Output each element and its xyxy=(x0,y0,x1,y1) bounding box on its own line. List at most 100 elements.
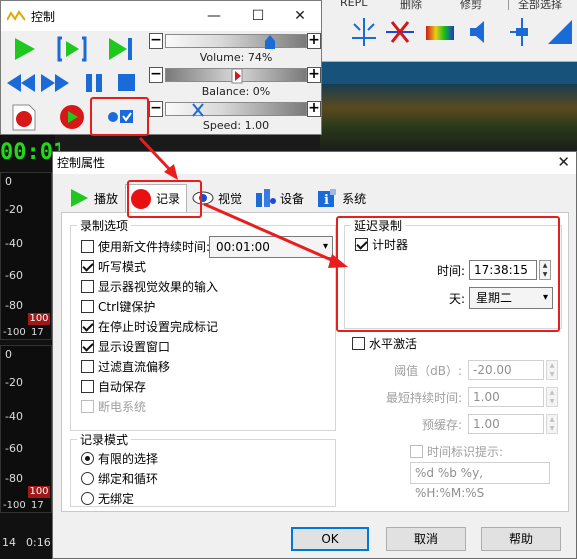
volume-decrease-button[interactable]: − xyxy=(149,33,163,49)
toolbar-label-select-all[interactable]: 全部选择 xyxy=(518,0,562,12)
prestore-spinner[interactable]: ▲ ▼ xyxy=(546,414,558,434)
fader-icon[interactable] xyxy=(506,16,538,48)
rewind-icon[interactable] xyxy=(5,69,37,97)
speed-increase-button[interactable]: + xyxy=(307,101,321,117)
control-window: 控制 — ☐ ✕ − + Volume: 74% − + Balance: 0%… xyxy=(0,0,322,135)
control-properties-dialog: 控制属性 ✕ 播放 记录 视觉 设备 i 系统 录制选项 使用新文件持续时间: … xyxy=(52,151,577,559)
day-select[interactable]: 星期二 ▾ xyxy=(469,287,553,309)
control-titlebar[interactable]: 控制 — ☐ ✕ xyxy=(1,1,321,31)
min-duration-spinner[interactable]: ▲ ▼ xyxy=(546,387,558,407)
speed-track[interactable] xyxy=(165,102,307,118)
record-mode-limited-radio[interactable]: 有限的选择 xyxy=(81,450,158,467)
info-icon: i xyxy=(318,189,337,208)
autosave-checkbox[interactable]: 自动保存 xyxy=(81,378,146,395)
balance-label: Balance: 0% xyxy=(201,85,271,98)
speed-label: Speed: 1.00 xyxy=(202,119,270,132)
time-input[interactable]: 17:38:15 xyxy=(469,260,537,280)
min-duration-input[interactable]: 1.00 xyxy=(468,387,544,407)
prestore-input[interactable]: 1.00 xyxy=(468,414,544,434)
listen-mode-checkbox[interactable]: 听写模式 xyxy=(81,258,146,275)
spectrum-icon[interactable] xyxy=(424,16,456,48)
volume-thumb[interactable] xyxy=(264,34,276,50)
play-icon[interactable] xyxy=(9,35,39,63)
play-loop-icon[interactable] xyxy=(57,35,87,63)
timestamp-format-input[interactable]: %d %b %y, %H:%M:%S xyxy=(410,462,550,500)
help-button[interactable]: 帮助 xyxy=(481,527,561,551)
device-icon xyxy=(256,189,277,207)
app-logo-icon xyxy=(7,10,25,21)
speaker-icon[interactable] xyxy=(464,16,496,48)
balance-slider[interactable]: − + xyxy=(149,67,321,84)
tab-device[interactable]: 设备 xyxy=(249,184,311,212)
toolbar-separator xyxy=(508,0,509,10)
delete-selection-icon[interactable] xyxy=(384,16,416,48)
speed-thumb[interactable] xyxy=(192,102,204,118)
dialog-tabs: 播放 记录 视觉 设备 i 系统 xyxy=(63,184,373,212)
tab-record[interactable]: 记录 xyxy=(125,184,188,212)
play-to-end-icon[interactable] xyxy=(105,35,135,63)
minimize-icon[interactable]: — xyxy=(203,5,225,27)
record-tab-panel: 录制选项 使用新文件持续时间: 00:01:00 ▾ 听写模式 显示器视觉效果的输… xyxy=(61,212,569,512)
background-waveform xyxy=(320,62,577,154)
dialog-title: 控制属性 xyxy=(53,152,576,174)
split-icon[interactable] xyxy=(348,16,380,48)
tab-system[interactable]: i 系统 xyxy=(311,184,373,212)
timer-checkbox[interactable]: 计时器 xyxy=(355,236,408,253)
stop-icon[interactable] xyxy=(111,69,141,97)
show-visual-input-checkbox[interactable]: 显示器视觉效果的输入 xyxy=(81,278,218,295)
background-scale-top: 0 -20 -40 -60 -80 100 -100 17 xyxy=(0,172,52,340)
background-time-ruler: 14 0:16 xyxy=(2,536,51,549)
volume-slider[interactable]: − + xyxy=(149,33,321,49)
volume-increase-button[interactable]: + xyxy=(307,33,321,49)
record-mode-group: 记录模式 有限的选择 绑定和循环 无绑定 xyxy=(70,431,336,507)
record-mode-unbound-radio[interactable]: 无绑定 xyxy=(81,490,134,507)
min-duration-label: 最短持续时间: xyxy=(385,391,462,405)
balance-thumb[interactable] xyxy=(231,68,243,84)
tab-visual[interactable]: 视觉 xyxy=(187,184,249,212)
timestamp-hint-checkbox[interactable]: 时间标识提示: xyxy=(410,443,503,460)
maximize-icon[interactable]: ☐ xyxy=(247,5,269,27)
set-end-mark-checkbox[interactable]: 在停止时设置完成标记 xyxy=(81,318,218,335)
dialog-close-icon[interactable]: ✕ xyxy=(557,153,570,171)
toolbar-label-repl: REPL xyxy=(340,0,368,9)
toolbar-label-trim[interactable]: 修剪 xyxy=(460,0,482,12)
filter-dc-offset-checkbox[interactable]: 过滤直流偏移 xyxy=(81,358,170,375)
background-timer: 00:01:14.1 xyxy=(0,140,60,165)
record-new-file-icon[interactable] xyxy=(9,103,39,131)
record-settings-icon[interactable] xyxy=(105,103,135,131)
record-mode-legend: 记录模式 xyxy=(77,431,132,448)
pause-icon[interactable] xyxy=(79,69,109,97)
volume-track[interactable] xyxy=(165,34,307,50)
new-file-duration-checkbox[interactable]: 使用新文件持续时间: xyxy=(81,238,210,255)
toolbar-label-delete[interactable]: 删除 xyxy=(400,0,422,12)
power-off-system-checkbox[interactable]: 断电系统 xyxy=(81,398,146,415)
balance-track[interactable] xyxy=(165,68,307,84)
level-trigger-checkbox[interactable]: 水平激活 xyxy=(352,335,417,352)
tab-playback[interactable]: 播放 xyxy=(63,184,125,212)
show-settings-window-checkbox[interactable]: 显示设置窗口 xyxy=(81,338,170,355)
threshold-label: 阈值（dB）: xyxy=(394,364,462,378)
time-label: 时间: xyxy=(436,264,465,278)
threshold-input[interactable]: -20.00 xyxy=(468,360,544,380)
balance-increase-button[interactable]: + xyxy=(307,67,321,83)
chevron-down-icon: ▾ xyxy=(542,292,548,303)
record-play-icon[interactable] xyxy=(57,103,87,131)
time-spinner[interactable]: ▲ ▼ xyxy=(539,260,551,280)
threshold-spinner[interactable]: ▲ ▼ xyxy=(546,360,558,380)
ok-button[interactable]: OK xyxy=(291,527,369,551)
background-scale-bottom: 0 -20 -40 -60 -80 100 -100 17 xyxy=(0,345,52,513)
day-label: 天: xyxy=(448,292,465,306)
fast-forward-icon[interactable] xyxy=(39,69,71,97)
record-mode-bind-loop-radio[interactable]: 绑定和循环 xyxy=(81,470,158,487)
prestore-label: 预缓存: xyxy=(421,418,462,432)
ctrl-key-protect-checkbox[interactable]: Ctrl键保护 xyxy=(81,298,155,315)
new-file-duration-combo[interactable]: 00:01:00 ▾ xyxy=(209,236,333,258)
cancel-button[interactable]: 取消 xyxy=(386,527,466,551)
speed-decrease-button[interactable]: − xyxy=(149,101,163,117)
close-icon[interactable]: ✕ xyxy=(289,5,311,27)
fade-icon[interactable] xyxy=(544,16,576,48)
balance-decrease-button[interactable]: − xyxy=(149,67,163,83)
recording-options-legend: 录制选项 xyxy=(77,217,132,234)
delay-record-group: 延迟录制 计时器 时间: 17:38:15 ▲ ▼ 天: 星期二 ▾ xyxy=(344,217,562,329)
speed-slider[interactable]: − + xyxy=(149,101,321,117)
